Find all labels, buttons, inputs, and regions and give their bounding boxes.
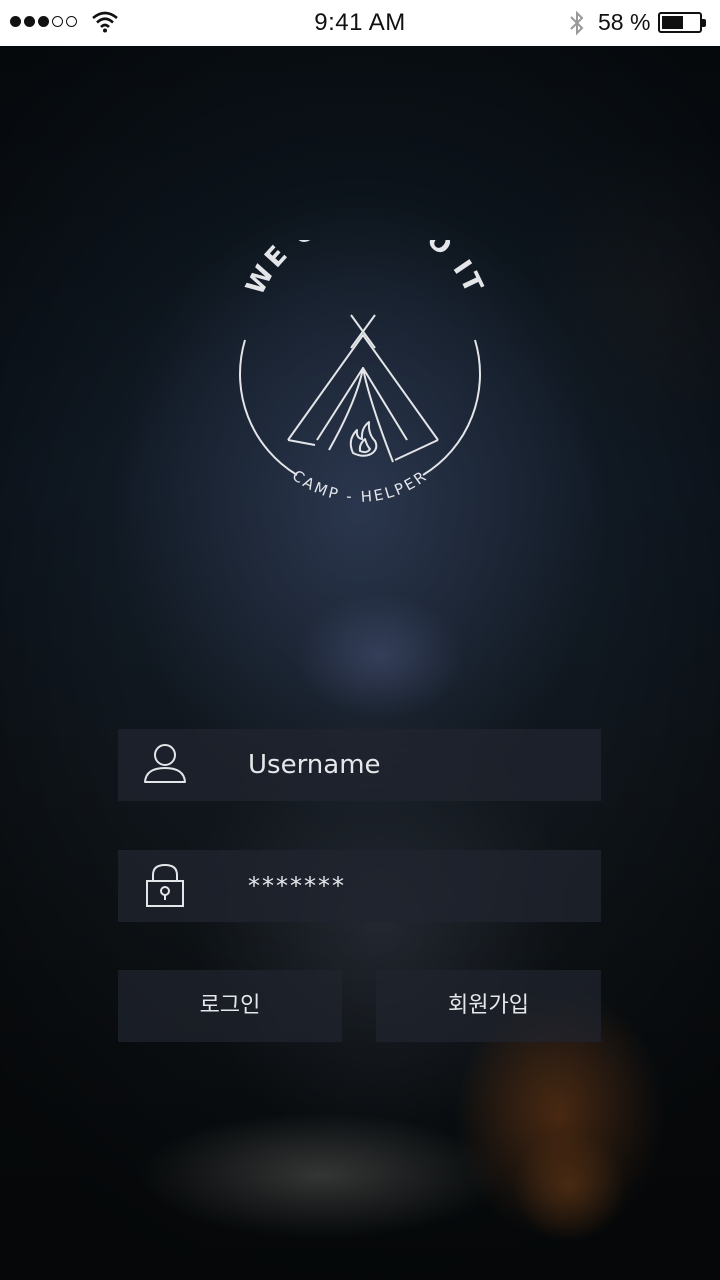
password-field[interactable]: ******* [118, 850, 601, 922]
status-bar: 9:41 AM 58 % [0, 0, 720, 46]
background-photo [0, 46, 720, 1280]
app-logo: WE CAMP DO IT CAMP - HELPER [238, 240, 489, 506]
logo-top-text: WE CAMP DO IT [240, 240, 489, 300]
battery-percent: 58 % [598, 9, 651, 35]
battery-icon [658, 12, 706, 33]
login-button[interactable]: 로그인 [118, 970, 342, 1042]
logo-bottom-text: CAMP - HELPER [289, 466, 431, 506]
user-icon [144, 744, 186, 783]
bluetooth-icon [570, 10, 584, 36]
signup-button[interactable]: 회원가입 [376, 970, 601, 1042]
battery-fill [662, 16, 683, 29]
username-placeholder: Username [248, 750, 381, 780]
username-field[interactable]: Username [118, 729, 601, 801]
password-value: ******* [248, 872, 346, 900]
tent-icon [287, 314, 439, 463]
lock-icon [146, 863, 184, 907]
